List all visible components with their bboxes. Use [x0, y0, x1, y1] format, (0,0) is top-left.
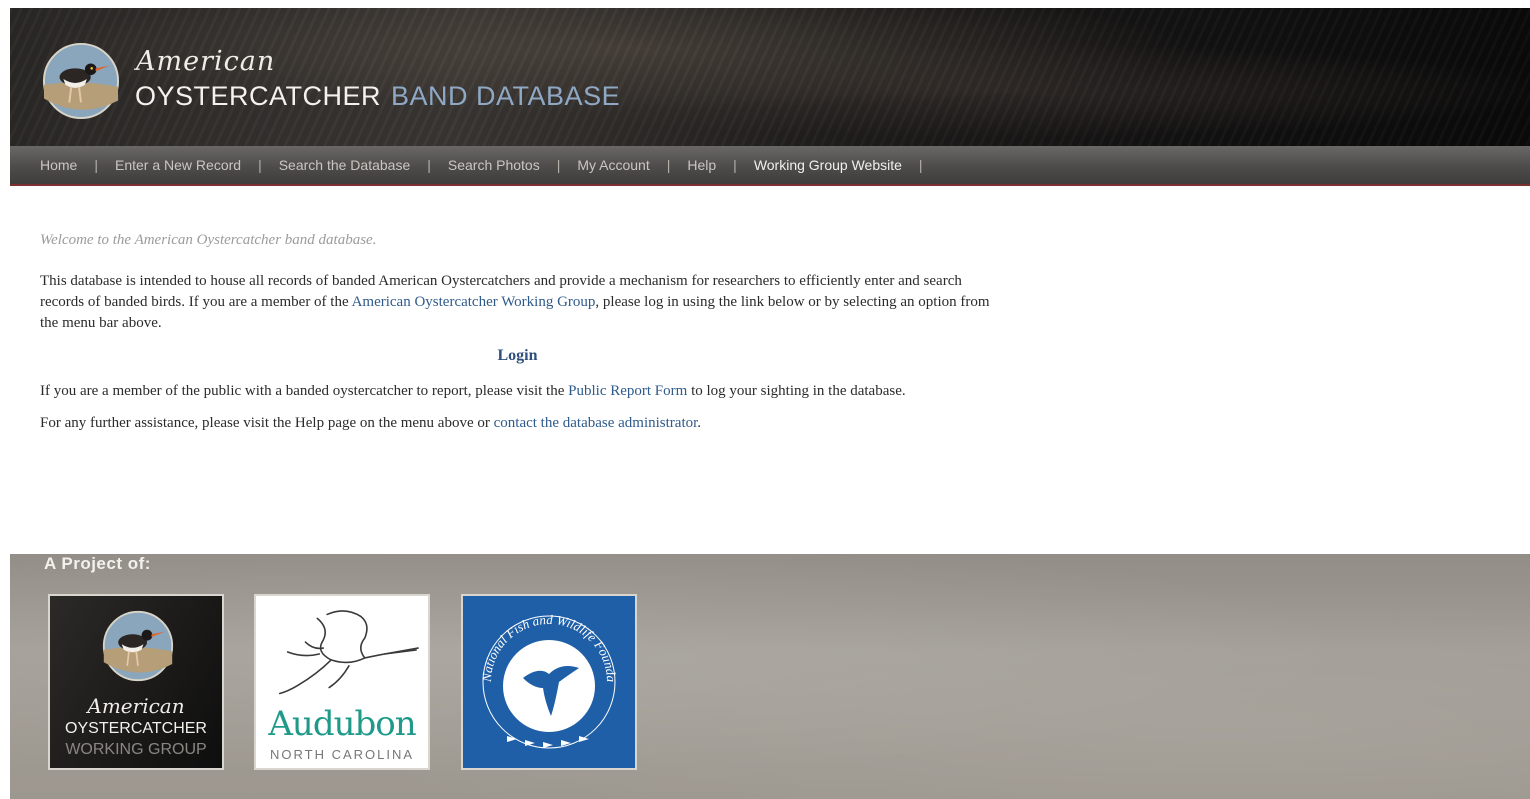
nav-separator: | — [94, 157, 98, 173]
site-footer: A Project of: American OYSTERCATCHER WOR… — [10, 554, 1530, 799]
nav-separator: | — [733, 157, 737, 173]
partner-logo-nfwf[interactable]: National Fish and Wildlife Foundation — [461, 594, 637, 770]
oystercatcher-logo-icon[interactable] — [42, 42, 120, 120]
site-header: American OYSTERCATCHER BAND DATABASE — [10, 8, 1530, 146]
aowg-subtitle: WORKING GROUP — [65, 741, 207, 758]
main-nav: Home | Enter a New Record | Search the D… — [10, 146, 1530, 186]
nav-enter-new-record[interactable]: Enter a New Record — [115, 157, 241, 173]
page: American OYSTERCATCHER BAND DATABASE Home… — [10, 8, 1530, 799]
nav-separator: | — [427, 157, 431, 173]
nav-separator: | — [918, 157, 923, 173]
main-content: Welcome to the American Oystercatcher ba… — [40, 230, 995, 445]
partner-logo-oystercatcher-working-group[interactable]: American OYSTERCATCHER WORKING GROUP — [48, 594, 224, 770]
help-text-start: For any further assistance, please visit… — [40, 415, 494, 431]
brand-script-title: American — [136, 46, 276, 77]
public-text-start: If you are a member of the public with a… — [40, 383, 569, 399]
aowg-title: OYSTERCATCHER — [65, 720, 207, 737]
oystercatcher-logo-icon — [102, 610, 174, 682]
aowg-script-title: American — [87, 694, 185, 718]
nav-separator: | — [556, 157, 561, 173]
login-row: Login — [40, 345, 995, 367]
nav-home[interactable]: Home — [40, 157, 77, 173]
audubon-wordmark: Audubon — [268, 704, 416, 744]
public-report-paragraph: If you are a member of the public with a… — [40, 381, 995, 402]
working-group-link[interactable]: American Oystercatcher Working Group — [352, 294, 596, 310]
header-texture — [10, 8, 1530, 146]
nav-search-database[interactable]: Search the Database — [279, 157, 411, 173]
welcome-heading: Welcome to the American Oystercatcher ba… — [40, 232, 377, 248]
brand-title: OYSTERCATCHER BAND DATABASE — [135, 81, 620, 112]
egret-icon — [278, 610, 419, 695]
contact-admin-link[interactable]: contact the database administrator — [494, 415, 698, 431]
nav-working-group-website[interactable]: Working Group Website — [754, 157, 902, 173]
partner-logo-audubon-nc[interactable]: Audubon NORTH CAROLINA — [254, 594, 430, 770]
nav-my-account[interactable]: My Account — [577, 157, 649, 173]
help-text-end: . — [697, 415, 702, 431]
public-text-end: to log your sighting in the database. — [687, 383, 906, 399]
footer-title: A Project of: — [44, 554, 151, 573]
nfwf-seal-icon: National Fish and Wildlife Foundation — [463, 596, 619, 749]
nav-search-photos[interactable]: Search Photos — [448, 157, 540, 173]
public-report-form-link[interactable]: Public Report Form — [568, 383, 687, 399]
nav-help[interactable]: Help — [687, 157, 716, 173]
brand-title-sub: BAND DATABASE — [391, 81, 621, 111]
brand-title-main: OYSTERCATCHER — [135, 81, 382, 111]
nav-separator: | — [666, 157, 671, 173]
intro-paragraph: This database is intended to house all r… — [40, 271, 995, 334]
nav-separator: | — [258, 157, 262, 173]
audubon-state: NORTH CAROLINA — [269, 747, 415, 762]
login-link[interactable]: Login — [497, 347, 537, 364]
help-paragraph: For any further assistance, please visit… — [40, 413, 995, 434]
